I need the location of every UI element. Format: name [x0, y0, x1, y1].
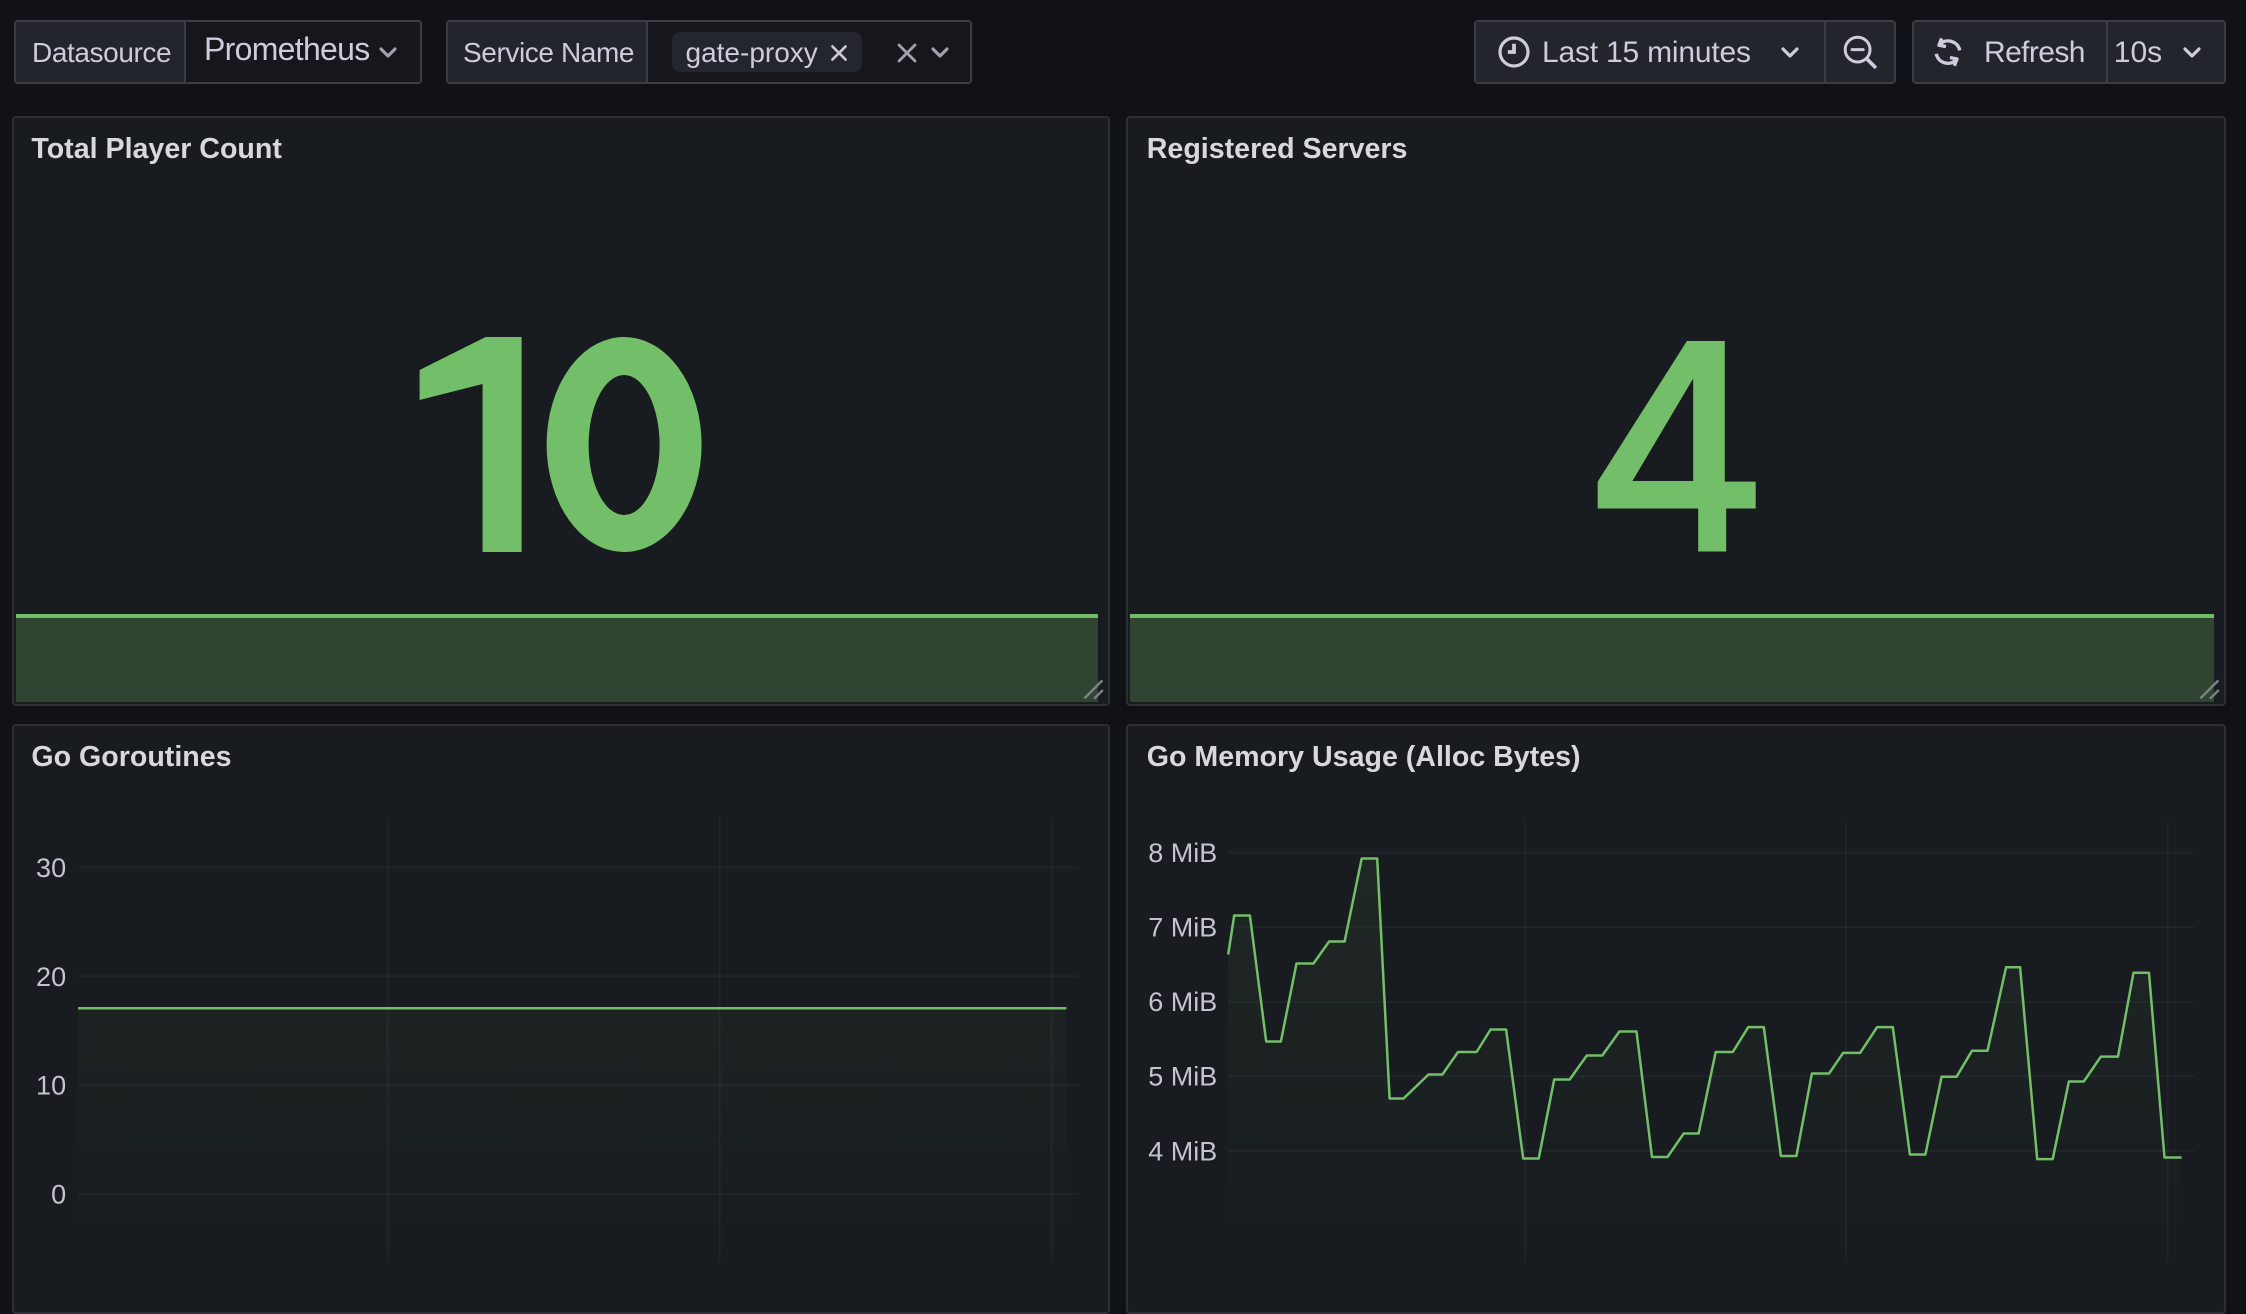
svg-text:20: 20 — [35, 961, 65, 991]
svg-text:0: 0 — [50, 1179, 65, 1209]
svg-text:30: 30 — [35, 853, 65, 883]
svg-text:7 MiB: 7 MiB — [1149, 912, 1218, 942]
svg-text:4 MiB: 4 MiB — [1149, 1136, 1218, 1166]
svg-text:10: 10 — [35, 1070, 65, 1100]
svg-text:6 MiB: 6 MiB — [1149, 987, 1218, 1017]
svg-text:5 MiB: 5 MiB — [1149, 1061, 1218, 1091]
svg-text:8 MiB: 8 MiB — [1149, 838, 1218, 868]
